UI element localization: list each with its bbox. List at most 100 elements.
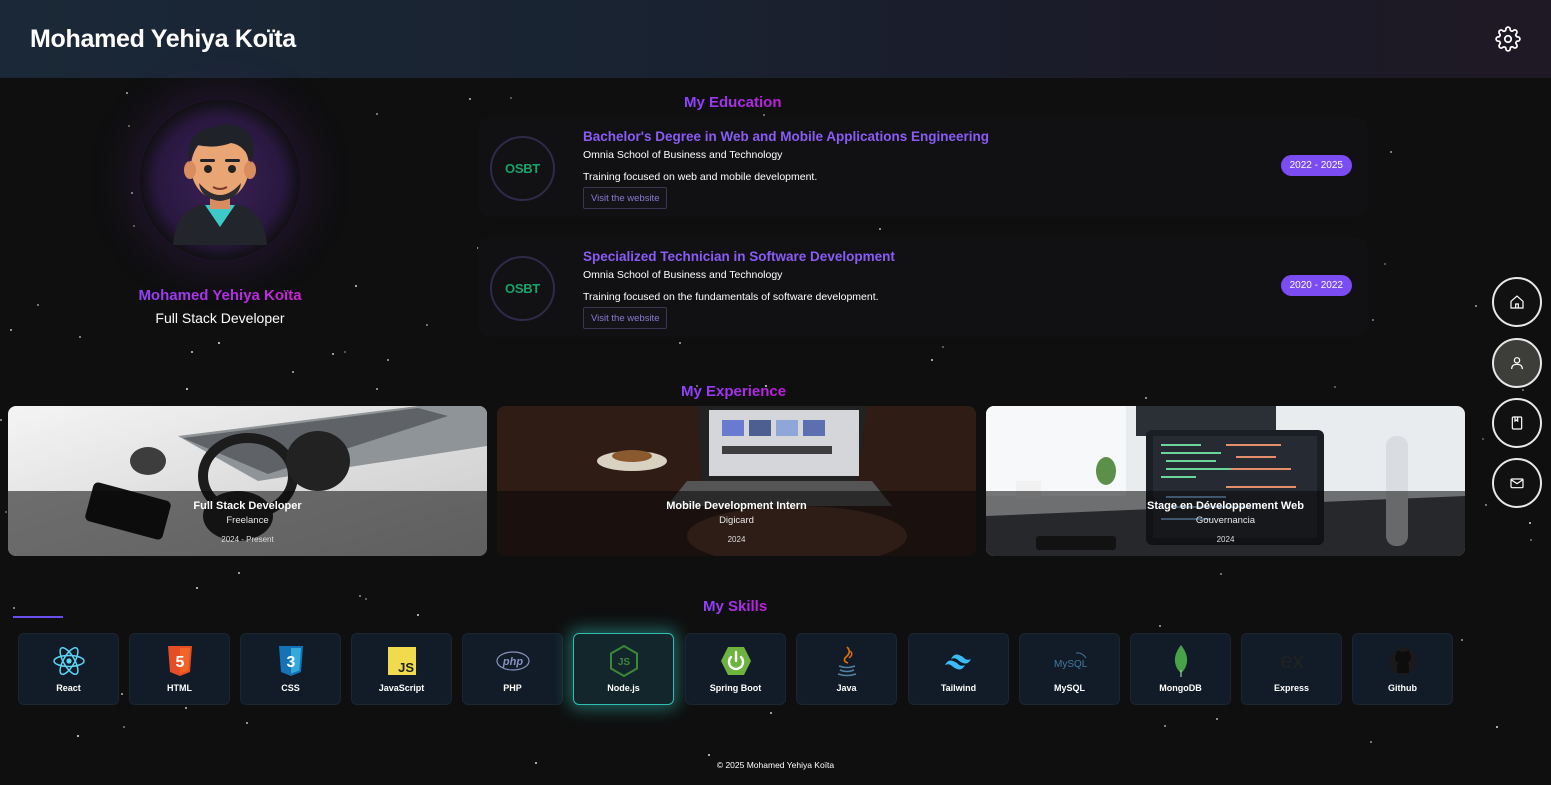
skill-card-mongodb[interactable]: MongoDB: [1130, 633, 1231, 705]
star-dot: [0, 419, 2, 421]
skill-label: Tailwind: [940, 683, 977, 693]
nodejs-glyph: JS: [617, 657, 630, 668]
star-dot: [1220, 573, 1222, 575]
education-degree: Bachelor's Degree in Web and Mobile Appl…: [583, 129, 990, 144]
star-dot: [121, 693, 123, 695]
school-logo-icon: OSBT: [490, 256, 555, 321]
star-dot: [708, 754, 710, 756]
star-dot: [1522, 389, 1524, 391]
site-title: Mohamed Yehiya Koïta: [30, 24, 296, 53]
mysql-glyph: MySQL: [1054, 659, 1088, 670]
star-dot: [1334, 386, 1336, 388]
user-icon: [1511, 357, 1523, 370]
star-dot: [1475, 305, 1477, 307]
star-dot: [77, 735, 79, 737]
star-dot: [5, 511, 7, 513]
skill-label: PHP: [503, 683, 522, 693]
skill-card-java[interactable]: Java: [796, 633, 897, 705]
star-dot: [417, 614, 419, 616]
gear-icon[interactable]: [1495, 26, 1521, 52]
school-logo-text: OSBT: [505, 161, 540, 176]
star-dot: [942, 346, 944, 348]
skill-card-mysql[interactable]: MySQL MySQL: [1019, 633, 1120, 705]
star-dot: [1145, 397, 1147, 399]
star-dot: [79, 336, 81, 338]
experience-card[interactable]: Full Stack Developer Freelance 2024 - Pr…: [8, 406, 487, 556]
skill-label: Github: [1388, 683, 1417, 693]
star-dot: [1216, 718, 1218, 720]
star-dot: [365, 598, 367, 600]
star-dot: [10, 329, 12, 331]
experience-company: Digicard: [719, 515, 754, 526]
star-dot: [1482, 438, 1484, 440]
star-dot: [344, 351, 346, 353]
star-dot: [1390, 151, 1392, 153]
education-period-badge: 2022 - 2025: [1280, 155, 1352, 176]
nav-resume-button[interactable]: [1492, 398, 1542, 448]
skill-card-javascript[interactable]: JS JavaScript: [351, 633, 452, 705]
star-dot: [1370, 741, 1372, 743]
visit-website-button[interactable]: Visit the website: [583, 307, 668, 329]
javascript-icon: JS: [387, 647, 416, 675]
education-degree: Specialized Technician in Software Devel…: [583, 249, 895, 264]
skill-label: Express: [1273, 683, 1310, 693]
star-dot: [510, 97, 512, 99]
github-icon: [1388, 647, 1417, 675]
skill-card-tailwind[interactable]: Tailwind: [908, 633, 1009, 705]
php-glyph: php: [501, 656, 522, 668]
avatar: [140, 100, 300, 260]
nav-home-button[interactable]: [1492, 277, 1542, 327]
skill-card-nodejs[interactable]: JS Node.js: [573, 633, 674, 705]
star-dot: [469, 98, 471, 100]
mail-icon: [1510, 478, 1524, 489]
star-dot: [931, 359, 933, 361]
experience-card[interactable]: Mobile Development Intern Digicard 2024: [497, 406, 976, 556]
javascript-glyph: JS: [398, 660, 414, 675]
skill-card-css[interactable]: 3 CSS: [240, 633, 341, 705]
experience-company: Freelance: [226, 515, 269, 526]
star-dot: [879, 228, 881, 230]
star-dot: [1164, 725, 1166, 727]
experience-heading: My Experience: [681, 383, 787, 400]
skill-card-spring-boot[interactable]: Spring Boot: [685, 633, 786, 705]
experience-overlay: Mobile Development Intern Digicard 2024: [497, 491, 976, 556]
skill-card-html[interactable]: 5 HTML: [129, 633, 230, 705]
education-school: Omnia School of Business and Technology: [583, 149, 783, 161]
star-dot: [332, 353, 334, 355]
visit-website-button[interactable]: Visit the website: [583, 187, 668, 209]
star-dot: [196, 587, 198, 589]
css3-icon: 3: [278, 646, 303, 676]
react-icon: [52, 646, 85, 676]
experience-company: Gouvernancia: [1195, 515, 1256, 526]
spring-boot-icon: [720, 647, 751, 675]
education-item: OSBT Specialized Technician in Software …: [478, 237, 1368, 337]
education-item: OSBT Bachelor's Degree in Web and Mobile…: [478, 117, 1368, 217]
skill-label: HTML: [167, 683, 192, 693]
nav-contact-button[interactable]: [1492, 458, 1542, 508]
nav-profile-button[interactable]: [1492, 338, 1542, 388]
experience-card[interactable]: Stage en Développement Web Gouvernancia …: [986, 406, 1465, 556]
skill-label: CSS: [281, 683, 300, 693]
star-dot: [1384, 263, 1386, 265]
skill-card-react[interactable]: React: [18, 633, 119, 705]
html5-glyph: 5: [175, 654, 184, 671]
experience-overlay: Full Stack Developer Freelance 2024 - Pr…: [8, 491, 487, 556]
skills-accent-line: [13, 616, 63, 618]
skill-label: JavaScript: [378, 683, 425, 693]
star-dot: [387, 359, 389, 361]
profile-role: Full Stack Developer: [155, 310, 285, 326]
star-dot: [13, 607, 15, 609]
star-dot: [123, 726, 125, 728]
nodejs-icon: JS: [609, 645, 638, 677]
skill-card-express[interactable]: ex Express: [1241, 633, 1342, 705]
star-dot: [1485, 504, 1487, 506]
education-period-badge: 2020 - 2022: [1280, 275, 1352, 296]
skill-label: Java: [836, 683, 857, 693]
php-icon: php: [495, 651, 530, 671]
skill-card-github[interactable]: Github: [1352, 633, 1453, 705]
skill-card-php[interactable]: php PHP: [462, 633, 563, 705]
star-dot: [1530, 539, 1532, 541]
education-description: Training focused on the fundamentals of …: [583, 291, 879, 303]
education-school: Omnia School of Business and Technology: [583, 269, 783, 281]
star-dot: [186, 388, 188, 390]
